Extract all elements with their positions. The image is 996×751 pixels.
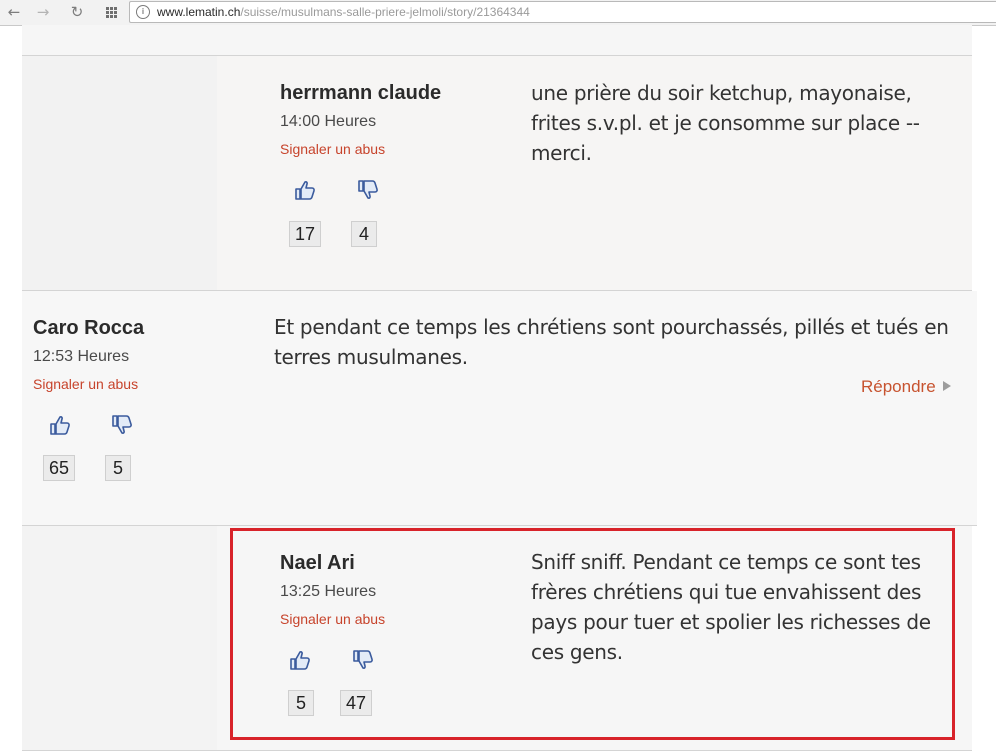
address-bar[interactable]: i www.lematin.ch/suisse/musulmans-salle-… — [129, 1, 996, 23]
comment-text: Et pendant ce temps les chrétiens sont p… — [274, 315, 949, 369]
previous-comment-edge — [22, 25, 972, 56]
comment-time: 14:00 Heures — [280, 113, 377, 130]
browser-toolbar: ← → ↻ i www.lematin.ch/suisse/musulmans-… — [0, 0, 996, 26]
report-abuse-link[interactable]: Signaler un abus — [33, 376, 138, 392]
comment-time: 12:53 Heures — [33, 348, 130, 365]
like-count: 17 — [289, 221, 322, 247]
comment-card: herrmann claude 14:00 Heures Signaler un… — [22, 56, 972, 291]
back-arrow-icon[interactable]: ← — [4, 2, 24, 22]
comment-author[interactable]: herrmann claude — [280, 82, 441, 105]
reply-arrow-icon — [942, 381, 951, 391]
comment-author[interactable]: Caro Rocca — [33, 317, 144, 340]
dislike-count: 5 — [105, 455, 131, 481]
comment-text: une prière du soir ketchup, mayonaise, f… — [531, 81, 920, 165]
page-info-icon[interactable]: i — [136, 5, 150, 19]
url-path: /suisse/musulmans-salle-priere-jelmoli/s… — [240, 5, 530, 19]
highlight-box — [230, 528, 955, 740]
thumbs-up-icon[interactable] — [48, 413, 72, 437]
report-abuse-link[interactable]: Signaler un abus — [280, 141, 385, 157]
like-count: 65 — [43, 455, 76, 481]
thumbs-down-icon[interactable] — [110, 413, 134, 437]
indent-column — [22, 526, 217, 750]
dislike-count: 4 — [351, 221, 377, 247]
reply-label: Répondre — [861, 377, 936, 396]
reply-link[interactable]: Répondre — [861, 377, 951, 397]
url-domain: www.lematin.ch — [157, 5, 241, 19]
indent-column — [22, 56, 217, 290]
forward-arrow-icon[interactable]: → — [33, 2, 53, 22]
comment-card: Caro Rocca 12:53 Heures Signaler un abus… — [22, 291, 977, 526]
thumbs-down-icon[interactable] — [356, 178, 380, 202]
reload-icon[interactable]: ↻ — [67, 2, 87, 22]
apps-grid-icon[interactable] — [101, 2, 121, 22]
thumbs-up-icon[interactable] — [293, 178, 317, 202]
url-text[interactable]: www.lematin.ch/suisse/musulmans-salle-pr… — [157, 5, 530, 19]
